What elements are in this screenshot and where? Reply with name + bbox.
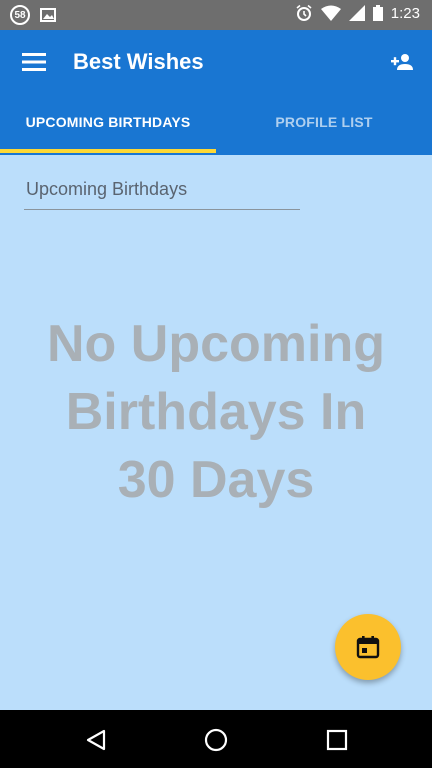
signal-icon xyxy=(348,5,365,21)
search-underline xyxy=(24,209,300,210)
app-title: Best Wishes xyxy=(73,49,204,74)
tab-label: UPCOMING BIRTHDAYS xyxy=(25,114,191,130)
notification-badge-icon: 58 xyxy=(10,5,30,25)
battery-icon xyxy=(372,5,383,21)
tab-upcoming-birthdays[interactable]: UPCOMING BIRTHDAYS xyxy=(0,92,216,152)
system-nav-bar xyxy=(0,710,432,768)
menu-icon[interactable] xyxy=(22,52,46,72)
status-bar: 58 1:23 xyxy=(0,0,432,30)
wifi-icon xyxy=(320,5,341,21)
calendar-fab-button[interactable] xyxy=(335,614,401,680)
empty-state-line: No Upcoming xyxy=(47,315,385,373)
add-person-icon[interactable] xyxy=(390,50,414,74)
clock: 1:23 xyxy=(390,4,420,22)
tab-profile-list[interactable]: PROFILE LIST xyxy=(216,92,432,152)
image-icon xyxy=(40,8,56,22)
tab-bar: UPCOMING BIRTHDAYS PROFILE LIST xyxy=(0,92,432,152)
tab-indicator xyxy=(0,149,216,153)
alarm-icon xyxy=(296,4,312,21)
app-bar: Best Wishes UPCOMING BIRTHDAYS PROFILE L… xyxy=(0,30,432,155)
search-input[interactable]: Upcoming Birthdays xyxy=(26,179,187,200)
home-icon[interactable] xyxy=(204,728,228,752)
empty-state-line: Birthdays In xyxy=(65,383,367,441)
empty-state-message: No Upcoming Birthdays In 30 Days xyxy=(16,310,416,514)
tab-label: PROFILE LIST xyxy=(275,114,373,130)
empty-state-line: 30 Days xyxy=(117,451,315,509)
notification-count: 58 xyxy=(14,9,26,21)
recents-icon[interactable] xyxy=(326,729,348,751)
back-icon[interactable] xyxy=(84,728,108,752)
calendar-icon xyxy=(356,636,380,659)
